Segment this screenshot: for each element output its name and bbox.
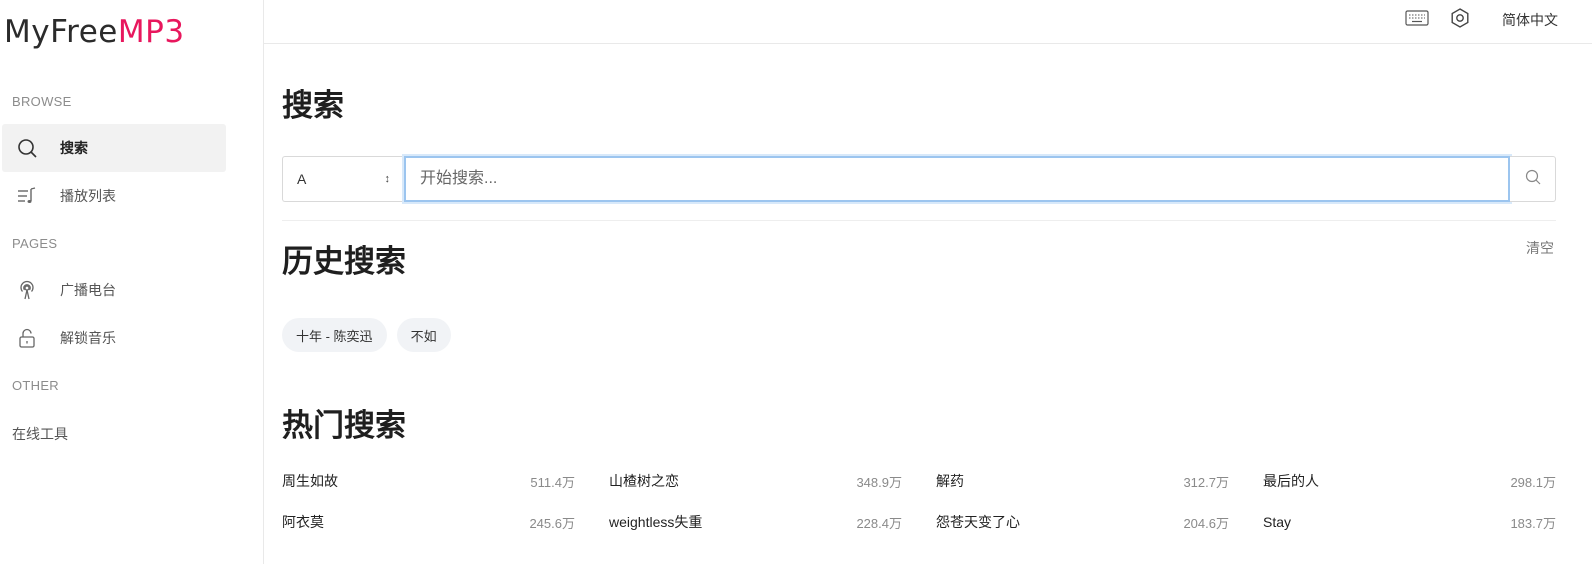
hot-search-item[interactable]: 解药 312.7万	[936, 470, 1229, 492]
sidebar-item-unlock[interactable]: 解锁音乐	[2, 314, 226, 362]
section-label-other: OTHER	[12, 378, 59, 393]
hot-search-list: 周生如故 511.4万 山楂树之恋 348.9万 解药 312.7万 最后的人 …	[282, 470, 1556, 533]
hot-search-item[interactable]: 山楂树之恋 348.9万	[609, 470, 902, 492]
hot-search-item[interactable]: 阿衣莫 245.6万	[282, 511, 575, 533]
search-bar: A ↕	[282, 156, 1556, 202]
top-bar: 简体中文	[264, 0, 1592, 44]
sidebar-item-online-tools[interactable]: 在线工具	[12, 424, 68, 444]
source-select[interactable]: A ↕	[282, 156, 404, 202]
history-title: 历史搜索	[282, 244, 406, 279]
source-select-value: A	[297, 171, 307, 187]
clear-history-button[interactable]: 清空	[1526, 238, 1554, 258]
unlock-icon	[14, 325, 40, 351]
search-icon	[14, 135, 40, 161]
history-chip[interactable]: 十年 - 陈奕迅	[282, 318, 387, 352]
sidebar-item-radio[interactable]: 广播电台	[2, 266, 226, 314]
hot-search-item[interactable]: 周生如故 511.4万	[282, 470, 575, 492]
history-list: 十年 - 陈奕迅 不如	[282, 318, 451, 352]
select-arrows-icon: ↕	[384, 173, 391, 185]
gear-icon[interactable]	[1448, 6, 1472, 30]
sidebar-item-label: 解锁音乐	[60, 330, 116, 346]
sidebar-item-search[interactable]: 搜索	[2, 124, 226, 172]
hot-search-item[interactable]: 怨苍天变了心 204.6万	[936, 511, 1229, 533]
hot-search-title: 热门搜索	[282, 408, 406, 443]
section-label-browse: BROWSE	[12, 94, 72, 109]
divider	[282, 220, 1556, 221]
playlist-icon	[14, 183, 40, 209]
hot-search-item[interactable]: Stay 183.7万	[1263, 511, 1556, 533]
hot-search-item[interactable]: weightless失重 228.4万	[609, 511, 902, 533]
language-selector[interactable]: 简体中文	[1502, 10, 1558, 30]
hot-search-item[interactable]: 最后的人 298.1万	[1263, 470, 1556, 492]
search-button[interactable]	[1510, 156, 1556, 202]
section-label-pages: PAGES	[12, 236, 58, 251]
sidebar: MyFreeMP3 BROWSE 搜索 播放列表 PAGES 广播电台 解锁音乐…	[0, 0, 264, 564]
search-input[interactable]	[404, 156, 1510, 202]
sidebar-item-label: 搜索	[60, 140, 88, 156]
history-chip[interactable]: 不如	[396, 318, 451, 352]
app-logo[interactable]: MyFreeMP3	[4, 14, 185, 50]
sidebar-item-label: 广播电台	[60, 282, 116, 298]
page-title: 搜索	[282, 88, 344, 123]
keyboard-icon[interactable]	[1404, 8, 1430, 28]
radio-icon	[14, 277, 40, 303]
sidebar-item-label: 播放列表	[60, 188, 116, 204]
sidebar-item-playlist[interactable]: 播放列表	[2, 172, 226, 220]
search-icon	[1524, 168, 1542, 191]
